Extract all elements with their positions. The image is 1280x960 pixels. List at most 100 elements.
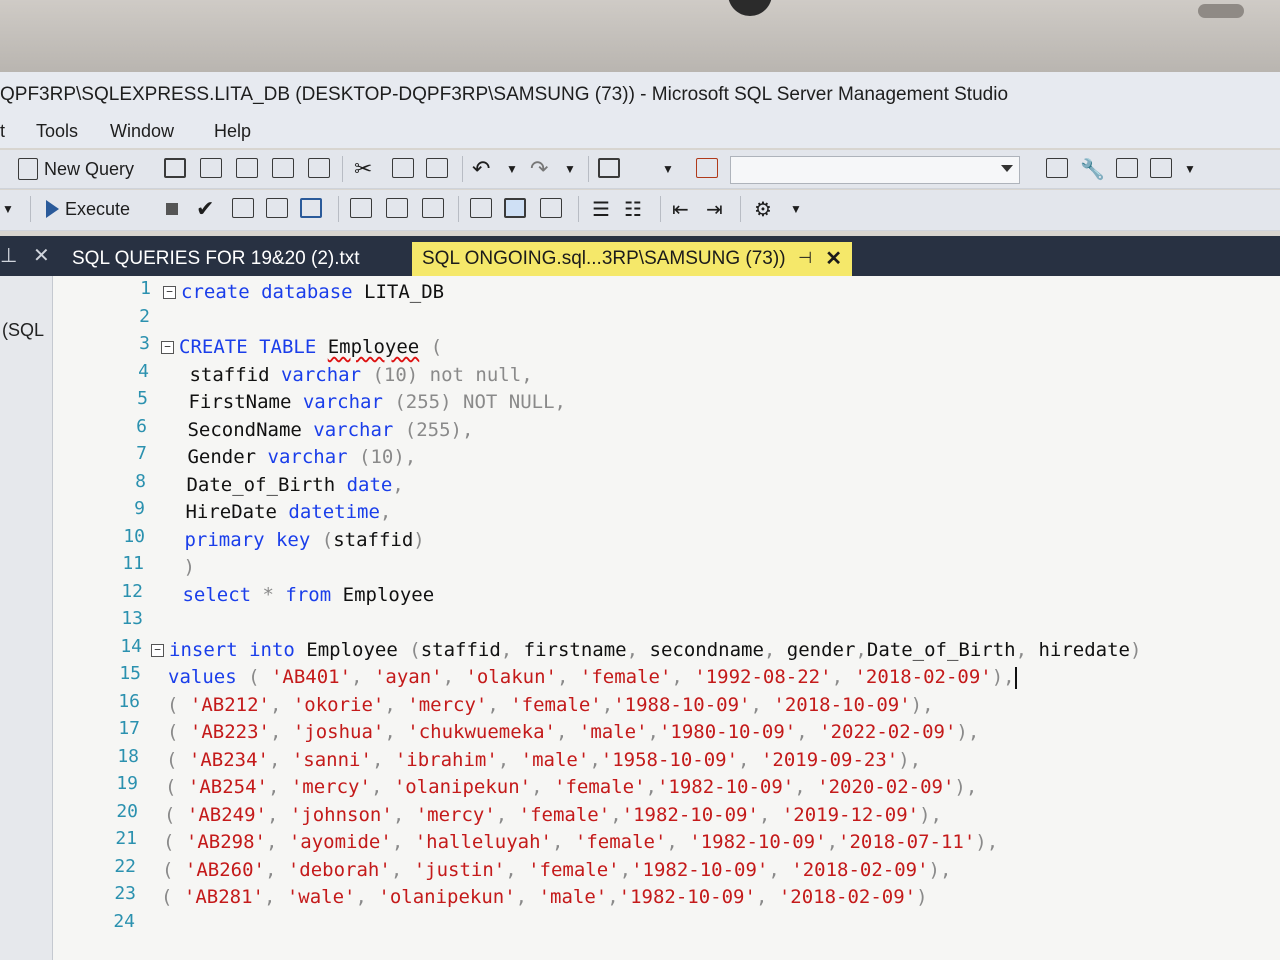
close-icon[interactable]: ✕ — [825, 242, 842, 276]
code-line[interactable] — [180, 306, 1280, 334]
results-to-grid-icon[interactable] — [504, 198, 526, 218]
text-cursor — [1014, 666, 1017, 689]
code-token: gender — [786, 638, 856, 661]
undo-icon[interactable]: ↶ — [472, 156, 490, 182]
fold-toggle-icon[interactable]: − — [151, 643, 164, 657]
xmla-query-icon[interactable] — [272, 158, 294, 178]
toolbar-separator — [458, 196, 459, 222]
database-dropdown-icon[interactable]: ▼ — [2, 196, 14, 222]
line-number: 15 — [119, 663, 141, 684]
code-line[interactable]: Gender varchar (10), — [176, 443, 1280, 471]
menu-item-tools[interactable]: Tools — [36, 121, 78, 142]
code-line[interactable]: ( 'AB298', 'ayomide', 'halleluyah', 'fem… — [163, 828, 1280, 856]
code-token: 'olakun' — [465, 666, 557, 688]
uncomment-icon[interactable]: ☷ — [624, 196, 642, 222]
code-line[interactable]: Date_of_Birth date, — [175, 471, 1280, 499]
comment-icon[interactable]: ☰ — [592, 196, 610, 222]
dropdown-icon[interactable]: ▼ — [662, 156, 674, 182]
code-line[interactable]: ( 'AB281', 'wale', 'olanipekun', 'male',… — [161, 883, 1280, 911]
code-token: ( — [409, 638, 421, 661]
code-line[interactable]: ( 'AB254', 'mercy', 'olanipekun', 'femal… — [165, 773, 1280, 801]
menu-item-edit[interactable]: t — [0, 121, 5, 142]
copy-icon[interactable] — [392, 158, 414, 178]
query-icon[interactable] — [164, 158, 186, 178]
code-line[interactable]: insert into Employee (staffid, firstname… — [169, 636, 1280, 664]
code-token: SecondName — [176, 418, 314, 441]
results-to-text-icon[interactable] — [470, 198, 492, 218]
new-query-button[interactable]: New Query — [18, 156, 134, 182]
code-line[interactable]: ( 'AB260', 'deborah', 'justin', 'female'… — [162, 856, 1280, 884]
code-line[interactable]: ( 'AB249', 'johnson', 'mercy', 'female',… — [164, 801, 1280, 829]
dmx-query-icon[interactable] — [236, 158, 258, 178]
code-token: , — [671, 666, 695, 688]
code-line[interactable]: CREATE TABLE Employee ( — [179, 333, 1280, 361]
code-token: datetime — [288, 501, 380, 523]
tab-sql-queries[interactable]: SQL QUERIES FOR 19&20 (2).txt — [62, 242, 370, 276]
code-line[interactable]: SecondName varchar (255), — [176, 416, 1280, 444]
live-stats-icon[interactable] — [386, 198, 408, 218]
paste-icon[interactable] — [426, 158, 448, 178]
code-token: Date_of_Birth — [175, 473, 347, 496]
code-line[interactable]: ( 'AB212', 'okorie', 'mercy', 'female','… — [167, 691, 1280, 719]
code-token: 'olanipekun' — [393, 776, 532, 798]
code-line[interactable]: FirstName varchar (255) NOT NULL, — [177, 388, 1280, 416]
code-line[interactable]: ( 'AB234', 'sanni', 'ibrahim', 'male','1… — [166, 746, 1280, 774]
pin-icon[interactable]: ⊥ — [0, 245, 17, 267]
code-line[interactable]: staffid varchar (10) not null, — [178, 361, 1280, 389]
code-token: varchar — [267, 446, 348, 468]
code-line[interactable]: select * from Employee — [171, 581, 1280, 609]
parse-check-icon[interactable]: ✔ — [196, 196, 214, 222]
fold-toggle-icon[interactable]: − — [161, 341, 174, 354]
redo-icon[interactable]: ↷ — [530, 156, 548, 182]
fold-toggle-icon[interactable]: − — [163, 286, 176, 299]
code-line[interactable]: ) — [172, 553, 1280, 581]
tab-label: SQL ONGOING.sql...3RP\SAMSUNG (73)) — [422, 248, 786, 269]
redo-dropdown-icon[interactable]: ▼ — [564, 156, 576, 182]
wrench-icon[interactable]: 🔧 — [1080, 156, 1105, 182]
cut-icon[interactable]: ✂ — [354, 156, 372, 182]
code-token: ), — [919, 803, 942, 826]
chevron-down-icon[interactable]: ▼ — [790, 196, 802, 222]
code-line[interactable]: primary key (staffid) — [173, 526, 1280, 554]
code-line[interactable] — [170, 608, 1280, 636]
intellisense-icon[interactable] — [300, 198, 322, 218]
activity-monitor-icon[interactable] — [598, 158, 620, 178]
code-line[interactable] — [160, 911, 1280, 939]
code-token: 'ayan' — [373, 666, 443, 688]
indent-icon[interactable]: ⇥ — [706, 196, 723, 222]
code-line[interactable]: create database LITA_DB — [181, 278, 1280, 306]
code-line[interactable]: values ( 'AB401', 'ayan', 'olakun', 'fem… — [168, 663, 1280, 691]
toolbox-icon[interactable] — [1116, 158, 1138, 178]
code-token: ( — [236, 666, 271, 688]
execute-button[interactable]: Execute — [46, 196, 130, 222]
mdx-query-icon[interactable] — [200, 158, 222, 178]
window-icon[interactable] — [1150, 158, 1172, 178]
menu-item-help[interactable]: Help — [214, 121, 251, 142]
code-line[interactable]: HireDate datetime, — [174, 498, 1280, 526]
query-options-icon[interactable] — [266, 198, 288, 218]
include-plan-icon[interactable] — [350, 198, 372, 218]
line-number: 1 — [140, 278, 151, 299]
toolbar-separator — [660, 196, 661, 222]
search-combo[interactable] — [730, 156, 1020, 184]
client-stats-icon[interactable] — [422, 198, 444, 218]
chevron-down-icon[interactable]: ▼ — [1184, 156, 1196, 182]
find-icon[interactable] — [1046, 158, 1068, 178]
query-editor[interactable]: 1− create database LITA_DB 2 3− CREATE TABLE… — [53, 276, 1280, 960]
panel-pin-close[interactable]: ⊥ ✕ — [0, 236, 52, 276]
tab-sql-ongoing[interactable]: SQL ONGOING.sql...3RP\SAMSUNG (73)) ⊣ ✕ — [412, 242, 852, 276]
stop-icon[interactable] — [166, 203, 178, 215]
results-to-file-icon[interactable] — [540, 198, 562, 218]
close-icon[interactable]: ✕ — [33, 245, 50, 267]
code-line[interactable]: ( 'AB223', 'joshua', 'chukwuemeka', 'mal… — [167, 718, 1280, 746]
outdent-icon[interactable]: ⇤ — [672, 196, 689, 222]
undo-dropdown-icon[interactable]: ▼ — [506, 156, 518, 182]
code-token: '2020-02-09' — [817, 776, 955, 798]
dax-query-icon[interactable] — [308, 158, 330, 178]
pin-icon[interactable]: ⊣ — [798, 242, 812, 276]
specify-values-icon[interactable]: ⚙ — [754, 196, 772, 222]
menu-item-window[interactable]: Window — [110, 121, 174, 142]
display-plan-icon[interactable] — [232, 198, 254, 218]
solution-icon[interactable] — [696, 158, 718, 178]
